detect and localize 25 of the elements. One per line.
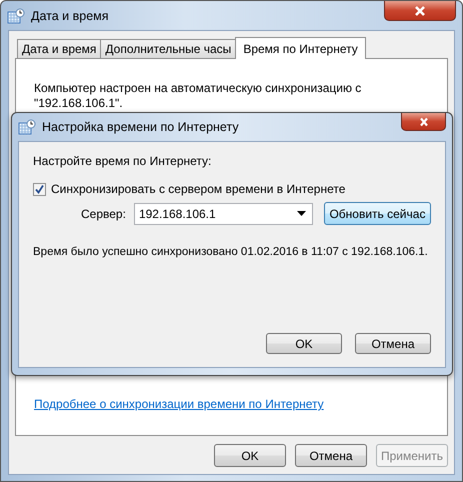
checkbox-label: Синхронизировать с сервером времени в Интернете [51,182,346,196]
window-title: Дата и время [31,8,109,22]
status-text: Время было успешно синхронизовано 01.02.2016 в 11:07 с 192.168.106.1. [33,245,428,260]
dialog-button[interactable]: Отмена [355,333,431,354]
tab[interactable]: Дата и время [17,39,102,58]
help-link[interactable]: Подробнее о синхронизации времени по Интернету [34,397,324,411]
dropdown-arrow-icon [296,211,306,216]
dialog-button[interactable]: Отмена [295,444,367,467]
dialog-button[interactable]: OK [266,333,342,354]
server-label: Сервер: [81,206,126,220]
calendar-clock-icon [18,119,36,135]
server-combo[interactable]: 192.168.106.1 [134,202,313,224]
tab[interactable]: Время по Интернету [235,37,366,59]
tab[interactable]: Дополнительные часы [100,39,236,58]
heading-text: Настройте время по Интернету: [33,154,212,168]
dialog-button[interactable]: OK [214,444,286,467]
description-text: Компьютер настроен на автоматическую синхронизацию с "192.168.106.1". [34,81,362,111]
checkbox[interactable] [33,182,46,196]
update-now-button[interactable]: Обновить сейчас [324,202,431,225]
dialog-title: Настройка времени по Интернету [42,120,239,134]
close-icon [413,4,427,16]
close-icon [418,116,430,126]
close-button[interactable] [401,113,446,131]
calendar-clock-icon [7,8,25,24]
close-button[interactable] [384,1,456,21]
